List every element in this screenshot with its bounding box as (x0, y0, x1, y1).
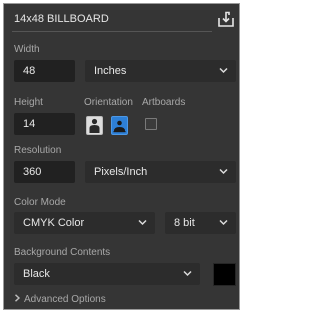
chevron-down-icon (219, 219, 228, 226)
chevron-right-icon (15, 294, 21, 302)
chevron-down-icon (183, 270, 192, 277)
width-input[interactable]: 48 (14, 60, 75, 82)
landscape-orientation-button[interactable] (111, 116, 128, 135)
chevron-down-icon (219, 168, 228, 175)
width-unit-value: Inches (94, 65, 127, 77)
bit-depth-value: 8 bit (174, 217, 195, 229)
resolution-label: Resolution (14, 145, 62, 156)
artboards-checkbox[interactable] (145, 118, 157, 130)
height-label: Height (14, 97, 43, 108)
width-label: Width (14, 44, 40, 55)
resolution-input[interactable]: 360 (14, 161, 75, 183)
chevron-down-icon (219, 67, 228, 74)
resolution-unit-select[interactable]: Pixels/Inch (85, 161, 236, 183)
width-unit-select[interactable]: Inches (85, 60, 236, 82)
save-preset-icon (218, 11, 234, 27)
background-contents-select[interactable]: Black (14, 263, 200, 285)
preset-title[interactable]: 14x48 BILLBOARD (14, 13, 109, 25)
advanced-options-toggle[interactable]: Advanced Options (14, 294, 106, 305)
height-input[interactable]: 14 (14, 113, 75, 135)
portrait-orientation-button[interactable] (86, 116, 103, 135)
color-mode-label: Color Mode (14, 197, 66, 208)
bit-depth-select[interactable]: 8 bit (165, 212, 236, 234)
orientation-label: Orientation (84, 97, 133, 108)
resolution-unit-value: Pixels/Inch (94, 166, 148, 178)
background-contents-value: Black (23, 268, 50, 280)
artboards-label: Artboards (142, 97, 186, 108)
color-mode-value: CMYK Color (23, 217, 85, 229)
background-contents-label: Background Contents (14, 247, 111, 258)
save-preset-button[interactable] (216, 11, 236, 29)
portrait-icon (89, 118, 100, 133)
color-mode-select[interactable]: CMYK Color (14, 212, 155, 234)
landscape-icon (113, 120, 126, 133)
background-color-swatch[interactable] (213, 263, 236, 286)
advanced-options-label: Advanced Options (24, 294, 106, 305)
title-underline (12, 31, 212, 32)
document-preset-panel: 14x48 BILLBOARD Width 48 Inches Height O… (3, 3, 240, 310)
chevron-down-icon (138, 219, 147, 226)
